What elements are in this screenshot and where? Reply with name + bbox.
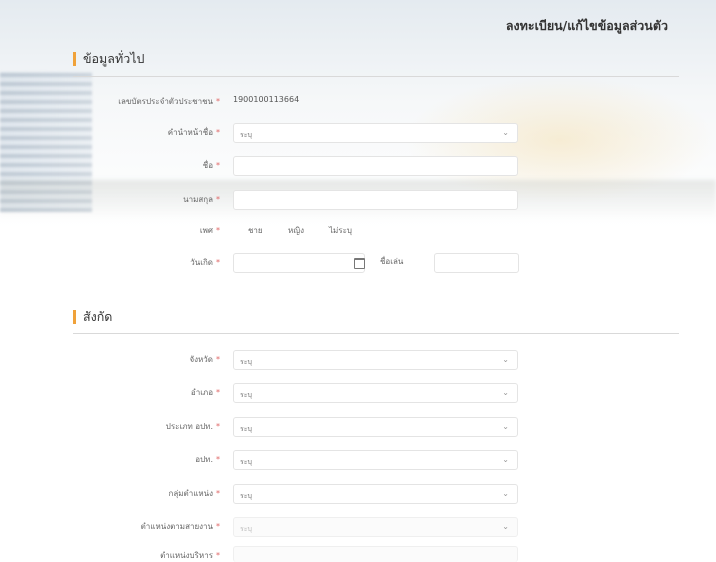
chevron-down-icon: ⌄ xyxy=(502,128,509,137)
nickname-field[interactable] xyxy=(434,253,519,273)
section-accent-bar xyxy=(73,52,76,66)
gender-option-unspecified[interactable]: ไม่ระบุ xyxy=(329,224,352,237)
chevron-down-icon: ⌄ xyxy=(502,355,509,364)
position-group-select[interactable]: ระบุ ⌄ xyxy=(233,484,518,504)
lao-type-select[interactable]: ระบุ ⌄ xyxy=(233,417,518,437)
prefix-select[interactable]: ระบุ ⌄ xyxy=(233,123,518,143)
prefix-label: คำนำหน้าชื่อ * xyxy=(167,128,220,137)
registration-form: ลงทะเบียน/แก้ไขข้อมูลส่วนตัว ข้อมูลทั่วไ… xyxy=(0,0,716,562)
section-divider xyxy=(73,333,679,334)
id-card-value: 1900100113664 xyxy=(233,95,300,104)
gender-option-female[interactable]: หญิง xyxy=(288,224,304,237)
last-name-label: นามสกุล * xyxy=(183,195,220,204)
executive-position-label: ตำแหน่งบริหาร * xyxy=(160,551,220,560)
first-name-field[interactable] xyxy=(233,156,518,176)
province-select[interactable]: ระบุ ⌄ xyxy=(233,350,518,370)
section-general-header: ข้อมูลทั่วไป xyxy=(73,49,144,69)
first-name-label: ชื่อ * xyxy=(202,161,220,170)
id-card-label: เลขบัตรประจำตัวประชาชน * xyxy=(118,97,220,106)
section-affiliation-header: สังกัด xyxy=(73,307,112,327)
line-position-label: ตำแหน่งตามสายงาน * xyxy=(140,522,220,531)
page-title: ลงทะเบียน/แก้ไขข้อมูลส่วนตัว xyxy=(505,18,668,33)
section-affiliation-title: สังกัด xyxy=(83,309,113,324)
lao-select[interactable]: ระบุ ⌄ xyxy=(233,450,518,470)
executive-position-select[interactable] xyxy=(233,546,518,562)
lao-type-label: ประเภท อปท. * xyxy=(165,422,220,431)
nickname-label: ชื่อเล่น xyxy=(380,257,404,266)
gender-label: เพศ * xyxy=(199,226,220,235)
line-position-select[interactable]: ระบุ ⌄ xyxy=(233,517,518,537)
position-group-label: กลุ่มตำแหน่ง * xyxy=(168,489,220,498)
chevron-down-icon: ⌄ xyxy=(502,388,509,397)
chevron-down-icon: ⌄ xyxy=(502,489,509,498)
gender-option-male[interactable]: ชาย xyxy=(248,224,263,237)
section-general-title: ข้อมูลทั่วไป xyxy=(83,51,145,66)
calendar-icon[interactable] xyxy=(354,258,365,269)
district-select[interactable]: ระบุ ⌄ xyxy=(233,383,518,403)
district-label: อำเภอ * xyxy=(190,388,220,397)
birthdate-field[interactable] xyxy=(233,253,365,273)
chevron-down-icon: ⌄ xyxy=(502,422,509,431)
section-divider xyxy=(73,76,679,77)
birthdate-label: วันเกิด * xyxy=(190,258,220,267)
last-name-field[interactable] xyxy=(233,190,518,210)
section-accent-bar xyxy=(73,310,76,324)
lao-label: อปท. * xyxy=(195,455,220,464)
chevron-down-icon: ⌄ xyxy=(502,522,509,531)
chevron-down-icon: ⌄ xyxy=(502,455,509,464)
province-label: จังหวัด * xyxy=(189,355,220,364)
